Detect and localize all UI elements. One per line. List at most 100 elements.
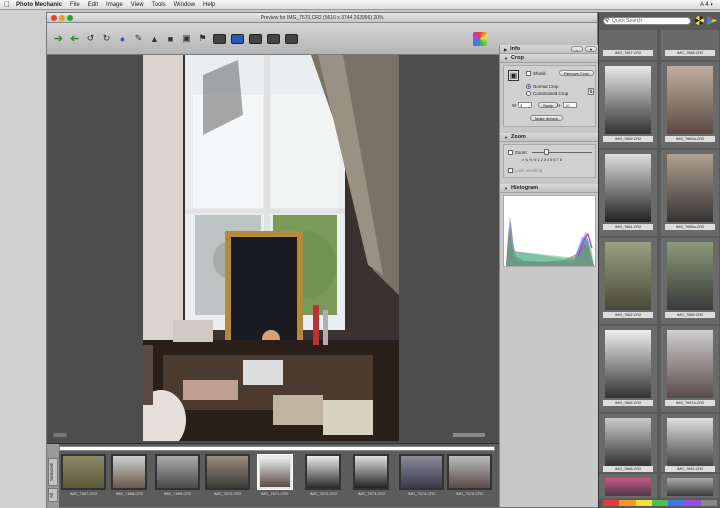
color-class-swatch[interactable] xyxy=(668,500,685,506)
normal-crop-radio[interactable] xyxy=(526,84,531,90)
thumbnail-cell[interactable]: IMG_7666.CR2 xyxy=(599,326,657,412)
rotate-right-icon[interactable]: ↻ xyxy=(101,33,112,44)
close-window-button[interactable] xyxy=(51,15,57,21)
swap-button[interactable]: Swap xyxy=(538,102,559,108)
color-class-swatch[interactable] xyxy=(684,500,701,506)
minimize-window-button[interactable] xyxy=(59,15,65,21)
zoom-window-button[interactable] xyxy=(67,15,73,21)
menu-edit[interactable]: Edit xyxy=(88,2,98,8)
filmstrip-thumb[interactable] xyxy=(353,454,389,490)
quick-search-input[interactable]: Quick Search xyxy=(603,17,691,25)
thumbnail-cell[interactable] xyxy=(599,474,657,498)
constrained-crop-option[interactable]: Constrained Crop xyxy=(526,91,569,97)
color-triangle-icon[interactable] xyxy=(707,16,717,25)
filmstrip-caption: IMG_7667.CR2 xyxy=(69,491,98,496)
app-menu[interactable]: Photo Mechanic xyxy=(16,2,62,8)
color-class-bar[interactable] xyxy=(603,500,717,506)
normal-crop-option[interactable]: Normal Crop xyxy=(526,84,559,90)
right-inspector-panel: ▶ Info – ▾ ▼ Crop ▣ Shield Remove Crop N… xyxy=(499,45,599,507)
filmstrip-thumb-selected[interactable] xyxy=(257,454,293,490)
forward-arrow-icon[interactable]: ➔ xyxy=(69,33,80,45)
constrained-crop-label: Constrained Crop xyxy=(533,91,569,96)
pen-icon[interactable]: ✎ xyxy=(133,33,144,44)
apple-menu-icon[interactable]:  xyxy=(4,0,10,9)
zoom-section-header[interactable]: ▼ Zoom xyxy=(500,133,599,142)
color-class-swatch[interactable] xyxy=(619,500,636,506)
tab-selected[interactable]: Selected xyxy=(48,458,58,486)
crop-tool-icon[interactable]: ▣ xyxy=(181,33,192,44)
filmstrip-thumb[interactable] xyxy=(61,454,106,490)
menu-file[interactable]: File xyxy=(70,2,80,8)
normal-crop-label: Normal Crop xyxy=(533,84,559,89)
info-section-header[interactable]: ▶ Info – ▾ xyxy=(500,45,599,54)
zoom-option[interactable]: Zoom: xyxy=(508,150,528,156)
view-grid-icon[interactable] xyxy=(267,33,280,44)
histogram-section-header[interactable]: ▼ Histogram xyxy=(500,184,599,193)
view-fullscreen-icon[interactable] xyxy=(285,33,298,44)
zoom-slider[interactable] xyxy=(532,152,592,153)
remove-crop-button[interactable]: Remove Crop xyxy=(559,70,594,76)
shield-checkbox[interactable] xyxy=(526,71,531,77)
filmstrip-thumb[interactable] xyxy=(155,454,200,490)
thumbnail-cell[interactable]: IMG_7655a.CR2 xyxy=(661,150,719,236)
menu-view[interactable]: View xyxy=(131,2,144,8)
thumbnail-cell[interactable]: IMG_7659.CR2 xyxy=(599,62,657,148)
menu-tools[interactable]: Tools xyxy=(152,2,166,8)
crop-section-header[interactable]: ▼ Crop xyxy=(500,54,599,63)
filmstrip-thumb[interactable] xyxy=(447,454,492,490)
crop-width-input[interactable]: 3 xyxy=(518,102,532,108)
thumbnail-cell[interactable]: IMG_7658.CR2 xyxy=(661,30,719,60)
color-class-swatch[interactable] xyxy=(651,500,669,506)
view-single-icon[interactable] xyxy=(213,33,226,44)
info-expand-button[interactable]: ▾ xyxy=(584,46,597,52)
edit-icon[interactable]: ■ xyxy=(165,33,176,44)
thumbnail-caption: IMG_7655a.CR2 xyxy=(665,224,715,230)
shield-label: Shield xyxy=(533,71,546,76)
filmstrip-thumb[interactable] xyxy=(205,454,250,490)
thumbnail-cell[interactable]: IMG_7668.CR2 xyxy=(599,414,657,472)
zoom-slider-thumb[interactable] xyxy=(544,149,549,155)
make-default-button[interactable]: Make default xyxy=(530,115,563,121)
back-arrow-icon[interactable]: ➔ xyxy=(53,33,64,45)
shield-option[interactable]: Shield xyxy=(526,71,546,77)
info-icon[interactable]: ● xyxy=(117,33,128,44)
thumbnail-cell[interactable]: IMG_7662.CR2 xyxy=(599,238,657,324)
thumbnail-cell[interactable]: IMG_7660a.CR2 xyxy=(661,62,719,148)
menu-image[interactable]: Image xyxy=(106,2,123,8)
color-class-swatch[interactable] xyxy=(635,500,652,506)
thumbnail-caption: IMG_7662.CR2 xyxy=(603,312,653,318)
filmstrip-scrollbar[interactable] xyxy=(59,446,495,451)
color-wheel-icon[interactable] xyxy=(473,31,487,46)
thumbnail-cell[interactable]: IMG_7692.CR2 xyxy=(661,414,719,472)
lock-scrolling-option[interactable]: Lock scrolling xyxy=(508,168,542,174)
zoom-checkbox[interactable] xyxy=(508,150,513,156)
info-tab-button[interactable]: – xyxy=(570,46,583,52)
filmstrip-thumb[interactable] xyxy=(305,454,341,490)
thumbnail-cell[interactable]: IMG_7657.CR2 xyxy=(599,30,657,60)
preview-photo[interactable] xyxy=(143,55,399,441)
color-icon[interactable]: ▲ xyxy=(149,33,160,44)
lock-scrolling-checkbox[interactable] xyxy=(508,168,513,174)
crop-height-input[interactable]: 10 xyxy=(563,102,577,108)
thumbnail-cell[interactable]: IMG_7665.CR2 xyxy=(661,238,719,324)
constrained-crop-radio[interactable] xyxy=(526,91,531,97)
thumbnail-cell[interactable]: IMG_7661.CR2 xyxy=(599,150,657,236)
image-preview-area[interactable] xyxy=(47,55,499,443)
color-class-swatch[interactable] xyxy=(700,500,717,506)
menu-help[interactable]: Help xyxy=(203,2,215,8)
tag-icon[interactable]: ⚑ xyxy=(197,33,208,44)
view-filmstrip-icon[interactable] xyxy=(249,33,262,44)
rotate-left-icon[interactable]: ↺ xyxy=(85,33,96,44)
thumbnail-cell[interactable]: IMG_7667a.CR2 xyxy=(661,326,719,412)
filmstrip-thumb[interactable] xyxy=(111,454,147,490)
filmstrip-thumb[interactable] xyxy=(399,454,444,490)
preview-title-bar: Preview for IMG_7670.CR2 (5616 x 3744 26… xyxy=(47,13,597,23)
radiation-icon[interactable] xyxy=(695,16,704,25)
tab-all[interactable]: All xyxy=(48,488,58,502)
view-compare-icon[interactable] xyxy=(231,33,244,44)
crop-lock-icon[interactable]: ⇅ xyxy=(588,88,594,95)
menu-window[interactable]: Window xyxy=(174,2,195,8)
color-class-swatch[interactable] xyxy=(603,500,620,506)
preview-zoom-slider[interactable] xyxy=(53,433,67,437)
thumbnail-cell[interactable] xyxy=(661,474,719,498)
